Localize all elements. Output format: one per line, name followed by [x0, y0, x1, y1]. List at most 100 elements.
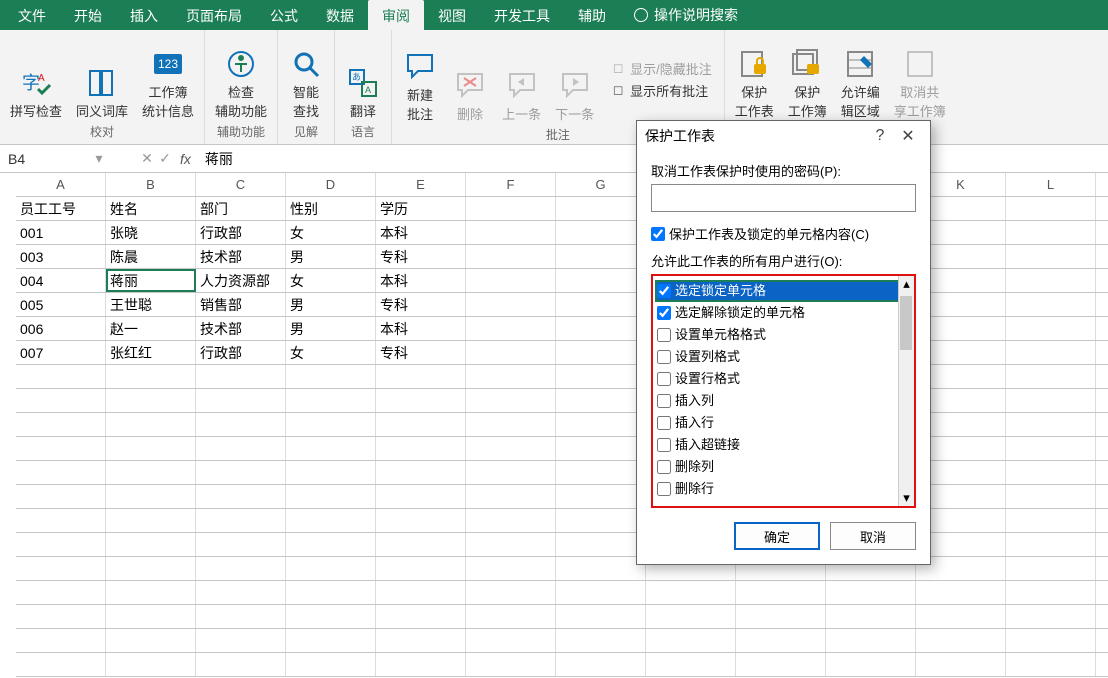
cell[interactable]: [16, 437, 106, 460]
cell[interactable]: [376, 581, 466, 604]
cell[interactable]: [106, 461, 196, 484]
cell[interactable]: [556, 413, 646, 436]
cell[interactable]: 006: [16, 317, 106, 340]
cell[interactable]: [286, 461, 376, 484]
cell[interactable]: [916, 629, 1006, 652]
cell[interactable]: [106, 653, 196, 676]
tab-layout[interactable]: 页面布局: [172, 0, 256, 30]
cell[interactable]: [16, 557, 106, 580]
cell[interactable]: [286, 485, 376, 508]
permission-item[interactable]: 插入超链接: [655, 434, 912, 456]
cell[interactable]: [196, 605, 286, 628]
cell[interactable]: [286, 605, 376, 628]
cell[interactable]: [556, 437, 646, 460]
cell[interactable]: 女: [286, 269, 376, 292]
permission-item[interactable]: 删除行: [655, 478, 912, 500]
cell[interactable]: [286, 509, 376, 532]
cell[interactable]: [376, 557, 466, 580]
cell[interactable]: [286, 413, 376, 436]
cell[interactable]: 王世聪: [106, 293, 196, 316]
cell[interactable]: [1006, 629, 1096, 652]
cell[interactable]: [196, 629, 286, 652]
cell[interactable]: [1006, 581, 1096, 604]
cell[interactable]: [916, 653, 1006, 676]
cell[interactable]: [1006, 461, 1096, 484]
cell[interactable]: [1006, 485, 1096, 508]
cell[interactable]: [466, 317, 556, 340]
cell[interactable]: [556, 653, 646, 676]
cell[interactable]: [556, 245, 646, 268]
cell[interactable]: 专科: [376, 293, 466, 316]
cell[interactable]: [556, 461, 646, 484]
cell[interactable]: [556, 269, 646, 292]
cell[interactable]: [466, 653, 556, 676]
fx-button[interactable]: fx: [174, 151, 197, 167]
cell[interactable]: [286, 437, 376, 460]
chevron-up-icon[interactable]: ▴: [899, 276, 914, 292]
cell[interactable]: [556, 221, 646, 244]
cell[interactable]: [286, 365, 376, 388]
cell[interactable]: [466, 269, 556, 292]
tell-me-search[interactable]: 操作说明搜索: [634, 0, 738, 30]
cell[interactable]: [376, 509, 466, 532]
cell[interactable]: 赵一: [106, 317, 196, 340]
thesaurus-button[interactable]: 同义词库: [74, 63, 130, 121]
cell[interactable]: [16, 461, 106, 484]
cell[interactable]: [556, 629, 646, 652]
cell[interactable]: [286, 653, 376, 676]
permission-item[interactable]: 设置行格式: [655, 368, 912, 390]
cell[interactable]: [1006, 533, 1096, 556]
checkbox[interactable]: [657, 416, 671, 430]
unshare-workbook-button[interactable]: 取消共享工作簿: [892, 44, 948, 121]
cell[interactable]: [1006, 389, 1096, 412]
cell[interactable]: [1006, 293, 1096, 316]
cell[interactable]: [376, 437, 466, 460]
cell[interactable]: 技术部: [196, 317, 286, 340]
permission-item[interactable]: 插入行: [655, 412, 912, 434]
cell[interactable]: [286, 557, 376, 580]
allow-edit-ranges-button[interactable]: 允许编辑区域: [839, 44, 882, 121]
tab-insert[interactable]: 插入: [116, 0, 172, 30]
checkbox[interactable]: [657, 482, 671, 496]
cell[interactable]: [916, 605, 1006, 628]
cell[interactable]: [466, 509, 556, 532]
cell[interactable]: [826, 605, 916, 628]
cell[interactable]: [286, 629, 376, 652]
cell[interactable]: [466, 293, 556, 316]
cell[interactable]: [196, 581, 286, 604]
checkbox[interactable]: [657, 306, 671, 320]
accept-icon[interactable]: ✓: [156, 150, 174, 167]
cell[interactable]: 技术部: [196, 245, 286, 268]
cell[interactable]: [556, 365, 646, 388]
cancel-icon[interactable]: ✕: [138, 150, 156, 167]
cell[interactable]: 员工工号: [16, 197, 106, 220]
cell[interactable]: [646, 653, 736, 676]
checkbox[interactable]: [657, 460, 671, 474]
checkbox[interactable]: [657, 394, 671, 408]
tab-file[interactable]: 文件: [4, 0, 60, 30]
cell[interactable]: [376, 653, 466, 676]
cell[interactable]: [376, 413, 466, 436]
tab-review[interactable]: 审阅: [368, 0, 424, 30]
translate-button[interactable]: あA 翻译: [343, 63, 383, 121]
cell[interactable]: [466, 365, 556, 388]
cell[interactable]: 本科: [376, 317, 466, 340]
cell[interactable]: [16, 365, 106, 388]
ok-button[interactable]: 确定: [734, 522, 820, 550]
cell[interactable]: [466, 437, 556, 460]
permission-item[interactable]: 选定锁定单元格: [655, 280, 912, 302]
tab-view[interactable]: 视图: [424, 0, 480, 30]
cell[interactable]: [1006, 269, 1096, 292]
cell[interactable]: [16, 605, 106, 628]
cell[interactable]: 人力资源部: [196, 269, 286, 292]
cell[interactable]: [466, 341, 556, 364]
cell[interactable]: [1006, 197, 1096, 220]
cell[interactable]: 003: [16, 245, 106, 268]
cell[interactable]: [196, 533, 286, 556]
cell[interactable]: [376, 365, 466, 388]
cell[interactable]: 001: [16, 221, 106, 244]
cell[interactable]: [106, 437, 196, 460]
protect-workbook-button[interactable]: 保护工作簿: [786, 44, 829, 121]
cell[interactable]: [466, 605, 556, 628]
cell[interactable]: [466, 413, 556, 436]
